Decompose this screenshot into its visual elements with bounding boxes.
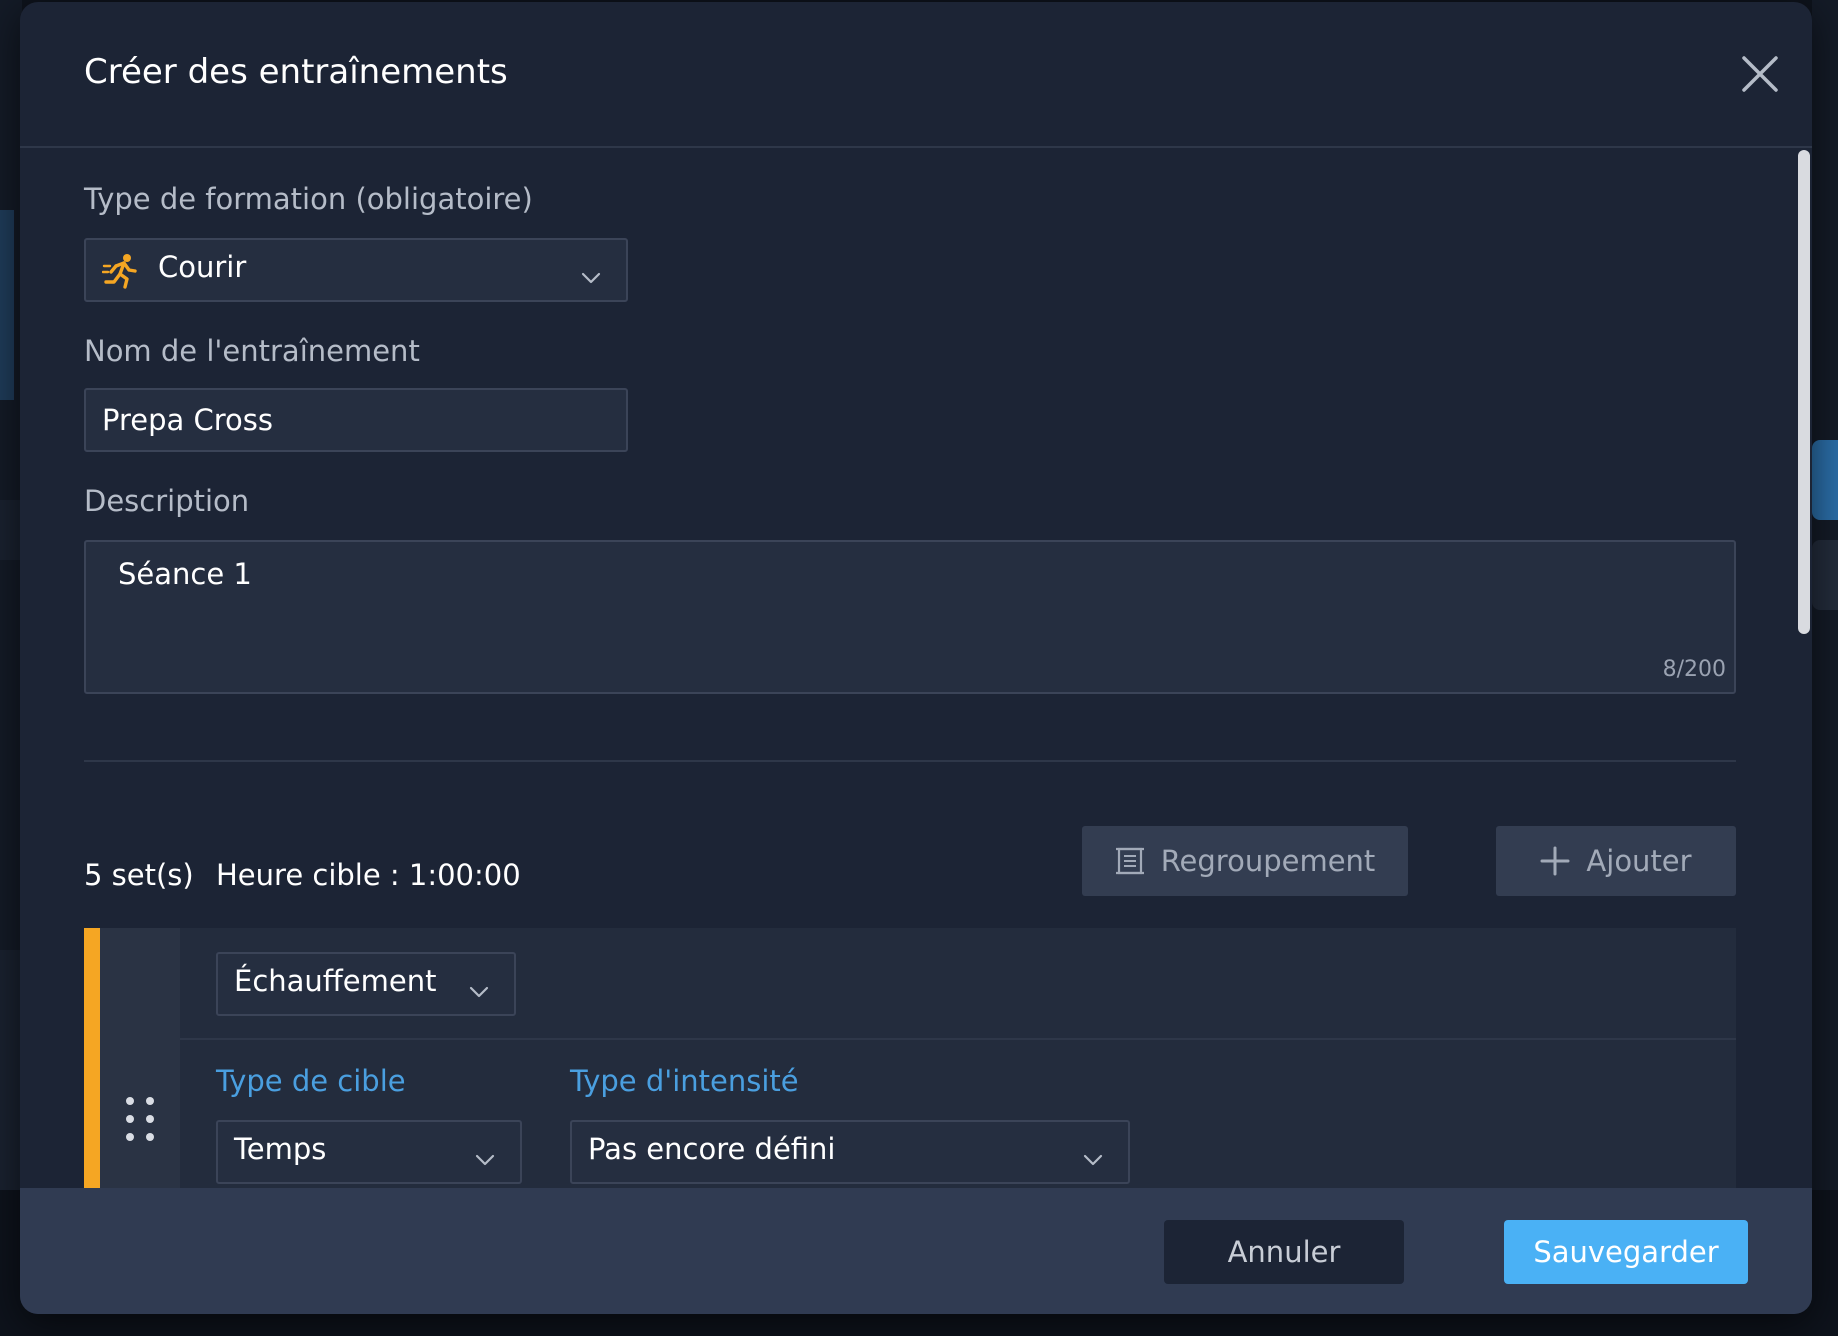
group-icon: [1115, 847, 1144, 875]
workout-name-label: Nom de l'entraînement: [84, 334, 420, 368]
drag-handle[interactable]: [100, 928, 180, 1188]
modal-title: Créer des entraînements: [84, 52, 508, 92]
group-button-label: Regroupement: [1160, 844, 1376, 878]
create-workout-modal: Créer des entraînements Type de formatio…: [20, 2, 1812, 1314]
chevron-down-icon: [580, 262, 602, 284]
target-type-value: Temps: [234, 1132, 327, 1166]
sets-count: 5 set(s): [84, 858, 194, 892]
target-type-select[interactable]: Temps: [216, 1120, 522, 1184]
background-button-fragment: [1812, 440, 1838, 520]
scrollbar-thumb[interactable]: [1798, 150, 1810, 634]
modal-header: Créer des entraînements: [20, 2, 1812, 148]
background-right-panel: [1812, 0, 1838, 1190]
phase-select[interactable]: Échauffement: [216, 952, 516, 1016]
plus-icon: [1540, 846, 1570, 876]
character-counter: 8/200: [1662, 657, 1726, 682]
chevron-down-icon: [468, 976, 490, 998]
chevron-down-icon: [474, 1144, 496, 1166]
intensity-type-select[interactable]: Pas encore défini: [570, 1120, 1130, 1184]
set-card: Échauffement Type de cible Temps Type d'…: [84, 928, 1736, 1188]
training-type-label: Type de formation (obligatoire): [84, 182, 533, 216]
group-button[interactable]: Regroupement: [1082, 826, 1408, 896]
chevron-down-icon: [1082, 1144, 1104, 1166]
close-button[interactable]: [1740, 54, 1780, 94]
description-text: Séance 1: [118, 557, 252, 591]
set-header-row: Échauffement: [180, 928, 1736, 1040]
set-accent-bar: [84, 928, 100, 1188]
phase-value: Échauffement: [234, 964, 437, 998]
training-type-select[interactable]: Courir: [84, 238, 628, 302]
save-button[interactable]: Sauvegarder: [1504, 1220, 1748, 1284]
background-left-panel: [0, 0, 22, 1190]
training-type-value: Courir: [158, 250, 247, 284]
drag-handle-icon: [126, 1097, 154, 1141]
cancel-button[interactable]: Annuler: [1164, 1220, 1404, 1284]
target-type-label: Type de cible: [216, 1064, 406, 1098]
runner-icon: [101, 252, 140, 290]
target-time: Heure cible : 1:00:00: [216, 858, 521, 892]
workout-name-input[interactable]: Prepa Cross: [84, 388, 628, 452]
description-textarea[interactable]: Séance 1 8/200: [84, 540, 1736, 694]
background-chart-fragment: [0, 210, 14, 400]
add-button[interactable]: Ajouter: [1496, 826, 1736, 896]
add-button-label: Ajouter: [1586, 844, 1692, 878]
intensity-type-value: Pas encore défini: [588, 1132, 836, 1166]
section-divider: [84, 760, 1736, 762]
background-item-fragment: [0, 950, 22, 1190]
background-item-fragment: [0, 500, 22, 560]
close-icon: [1742, 56, 1778, 92]
intensity-type-label: Type d'intensité: [570, 1064, 799, 1098]
scrollbar[interactable]: [1796, 150, 1812, 1188]
background-button-fragment: [1812, 540, 1838, 610]
modal-body: Type de formation (obligatoire) Courir N…: [20, 150, 1812, 1188]
description-label: Description: [84, 484, 250, 518]
modal-footer: Annuler Sauvegarder: [20, 1188, 1812, 1314]
